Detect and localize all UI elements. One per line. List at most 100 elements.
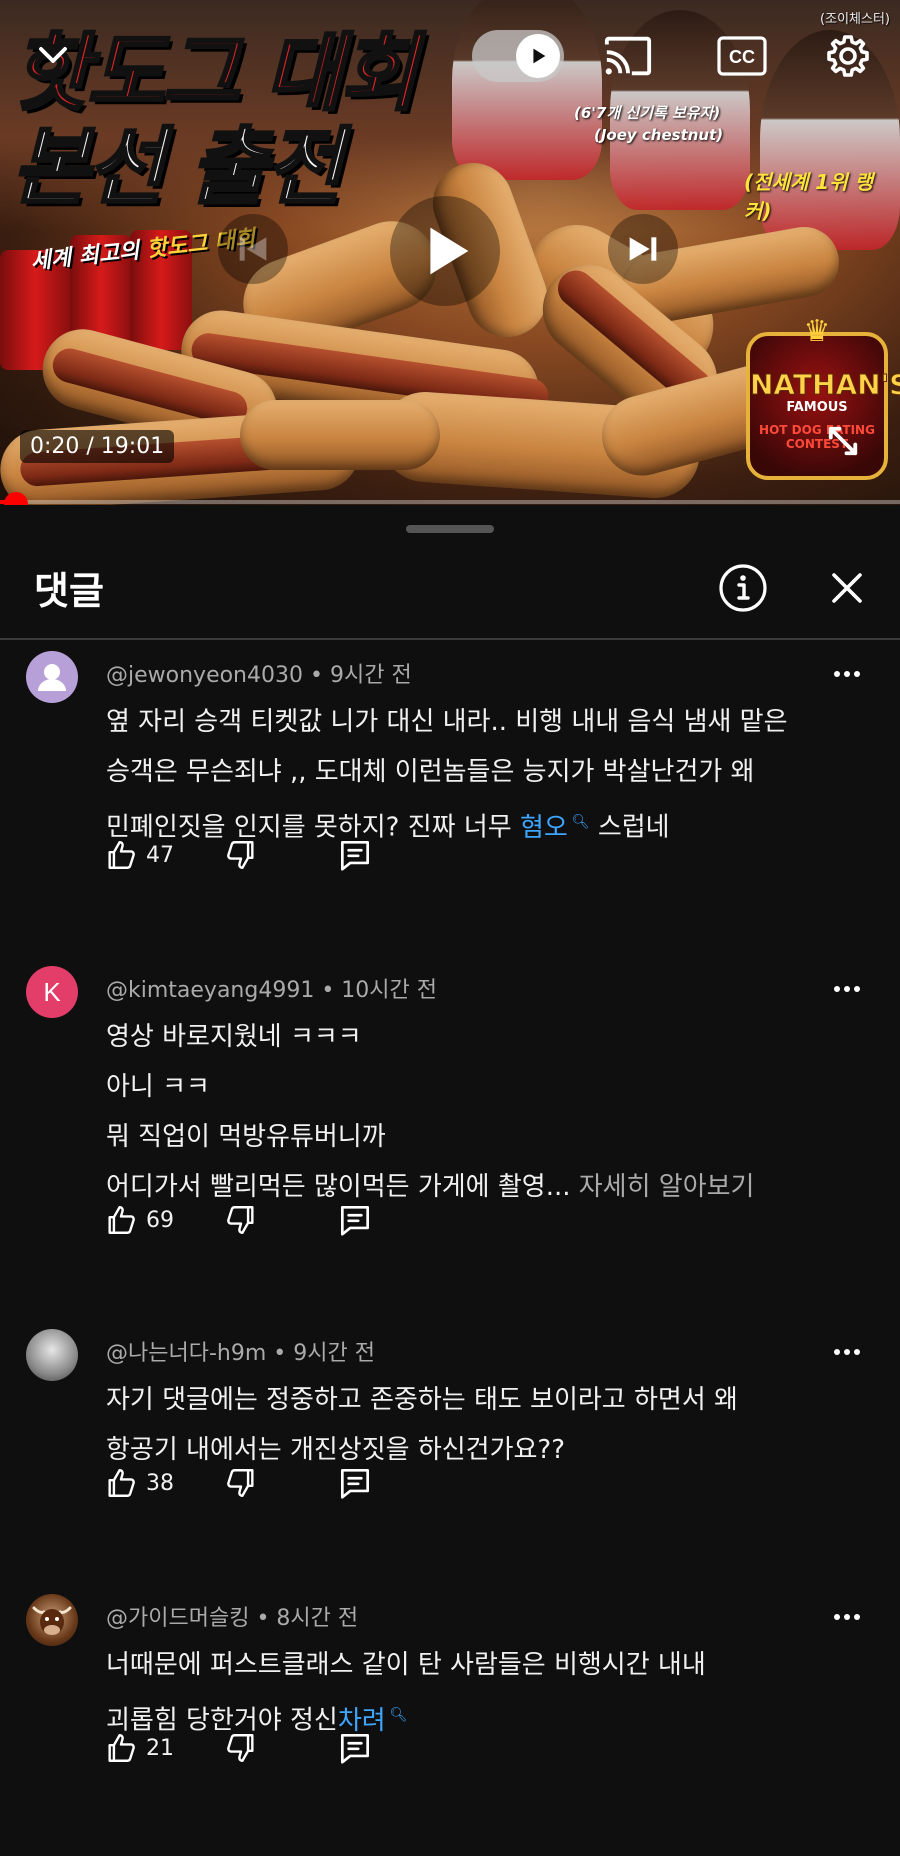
more-vert-icon	[834, 1349, 860, 1355]
thumbs-up-icon	[108, 1469, 135, 1497]
more-options-button[interactable]	[832, 974, 862, 1004]
like-count: 38	[146, 1470, 174, 1496]
comment-item: K @kimtaeyang4991 • 10시간 전 영상 바로지웠네 ㅋㅋㅋ …	[0, 966, 900, 1286]
settings-button[interactable]	[822, 30, 874, 82]
more-options-button[interactable]	[832, 1602, 862, 1632]
thumbs-up-icon	[108, 1734, 135, 1762]
reply-button[interactable]	[336, 1201, 374, 1239]
thumbnail-title-line2: 본선 출전	[10, 117, 343, 218]
play-icon	[430, 227, 469, 275]
cc-icon: CC	[717, 36, 767, 76]
play-button[interactable]	[390, 196, 500, 306]
comment-actions: 69	[104, 1200, 374, 1240]
read-more-link[interactable]: 자세히 알아보기	[579, 1172, 755, 1202]
drag-handle[interactable]	[406, 525, 494, 533]
avatar[interactable]	[26, 1329, 78, 1381]
autoplay-toggle-icon	[516, 34, 560, 78]
thumbnail-caption-record: (6'7개 신기록 보유자)	[574, 104, 721, 122]
comment-meta: @jewonyeon4030 • 9시간 전	[106, 663, 412, 688]
like-count: 21	[146, 1735, 174, 1761]
thumbs-up-icon	[108, 841, 135, 869]
comment-time: 10시간 전	[341, 978, 438, 1003]
svg-text:CC: CC	[729, 47, 755, 67]
next-button[interactable]	[608, 214, 678, 284]
more-options-button[interactable]	[832, 1337, 862, 1367]
comment-author[interactable]: @jewonyeon4030	[106, 663, 303, 688]
more-vert-icon	[834, 1614, 860, 1620]
comment-text: 옆 자리 승객 티켓값 니가 대신 내라.. 비행 내내 음식 냄새 맡은 승객…	[106, 707, 788, 843]
avatar[interactable]	[26, 1594, 78, 1646]
like-button[interactable]: 38	[104, 1466, 224, 1500]
chevron-down-icon	[39, 47, 67, 63]
comment-text: 영상 바로지웠네 ㅋㅋㅋ 아니 ㅋㅋ 뭐 직업이 먹방유튜버니까 어디가서 빨리…	[106, 1022, 755, 1202]
dislike-button[interactable]	[224, 838, 336, 872]
reply-button[interactable]	[336, 836, 374, 874]
time-display: 0:20 / 19:01	[20, 430, 175, 463]
captions-button[interactable]: CC	[716, 32, 768, 80]
autoplay-toggle[interactable]	[472, 30, 564, 82]
avatar[interactable]	[26, 651, 78, 703]
info-button[interactable]	[718, 563, 768, 613]
comment-actions: 21	[104, 1728, 374, 1768]
search-icon: 🔍︎	[571, 814, 590, 830]
cast-button[interactable]	[600, 30, 656, 82]
previous-icon	[239, 237, 267, 261]
comment-author[interactable]: @나는너다-h9m	[106, 1341, 266, 1366]
collapse-button[interactable]	[28, 30, 78, 80]
reply-button[interactable]	[336, 1729, 374, 1767]
more-vert-icon	[834, 671, 860, 677]
like-button[interactable]: 69	[104, 1203, 224, 1237]
crown-icon: ♛	[803, 314, 831, 349]
progress-bar[interactable]	[0, 500, 900, 504]
search-link[interactable]: 혐오 🔍︎	[520, 813, 590, 843]
cast-icon	[604, 36, 652, 76]
comments-title: 댓글	[34, 569, 104, 613]
more-vert-icon	[834, 986, 860, 992]
next-icon	[629, 237, 657, 261]
video-player[interactable]: 핫도그 대회 본선 출전 세계 최고의 핫도그 대회 (6'7개 신기록 보유자…	[0, 0, 900, 505]
dislike-button[interactable]	[224, 1203, 336, 1237]
comment-time: 9시간 전	[329, 663, 412, 688]
comment-time: 8시간 전	[276, 1606, 359, 1631]
previous-button[interactable]	[218, 214, 288, 284]
comment-meta: @가이드머슬킹 • 8시간 전	[106, 1606, 359, 1631]
reply-comment-icon	[340, 1205, 370, 1236]
comment-meta: @kimtaeyang4991 • 10시간 전	[106, 978, 438, 1003]
default-user-icon	[38, 664, 66, 691]
comment-text: 자기 댓글에는 정중하고 존중하는 태도 보이라고 하면서 왜 항공기 내에서는…	[106, 1385, 738, 1465]
header-divider	[0, 638, 900, 640]
comment-item: @나는너다-h9m • 9시간 전 자기 댓글에는 정중하고 존중하는 태도 보…	[0, 1329, 900, 1579]
reply-comment-icon	[340, 840, 370, 871]
dislike-button[interactable]	[224, 1731, 336, 1765]
thumbs-down-icon	[227, 1469, 254, 1497]
reply-comment-icon	[340, 1468, 370, 1499]
thumbnail-caption-rank: (전세계 1위 랭커)	[744, 170, 873, 223]
channel-watermark: (조이체스터)	[820, 12, 890, 27]
close-button[interactable]	[822, 563, 872, 613]
comment-item: @jewonyeon4030 • 9시간 전 옆 자리 승객 티켓값 니가 대신…	[0, 651, 900, 951]
comment-actions: 38	[104, 1463, 374, 1503]
info-icon	[719, 564, 767, 612]
comment-author[interactable]: @가이드머슬킹	[106, 1606, 249, 1631]
like-button[interactable]: 21	[104, 1731, 224, 1765]
comment-time: 9시간 전	[293, 1341, 375, 1366]
more-options-button[interactable]	[832, 659, 862, 689]
comment-author[interactable]: @kimtaeyang4991	[106, 978, 314, 1003]
thumbs-down-icon	[227, 841, 254, 869]
comments-panel: 댓글 @jewonyeon4030 • 9시간 전 옆 자리 승객 티켓값 니가…	[0, 505, 900, 1856]
dislike-button[interactable]	[224, 1466, 336, 1500]
comment-actions: 47	[104, 835, 374, 875]
reply-comment-icon	[340, 1733, 370, 1764]
thumbnail-caption-name: (Joey chestnut)	[594, 126, 724, 144]
thumbs-down-icon	[227, 1206, 254, 1234]
like-count: 69	[146, 1207, 174, 1233]
like-button[interactable]: 47	[104, 838, 224, 872]
comment-item: @가이드머슬킹 • 8시간 전 너때문에 퍼스트클래스 같이 탄 사람들은 비행…	[0, 1594, 900, 1844]
reply-button[interactable]	[336, 1464, 374, 1502]
fullscreen-button[interactable]	[816, 414, 870, 468]
search-icon: 🔍︎	[389, 1707, 408, 1723]
like-count: 47	[146, 842, 174, 868]
thumbs-up-icon	[108, 1206, 135, 1234]
avatar[interactable]: K	[26, 966, 78, 1018]
gear-icon	[827, 35, 869, 77]
